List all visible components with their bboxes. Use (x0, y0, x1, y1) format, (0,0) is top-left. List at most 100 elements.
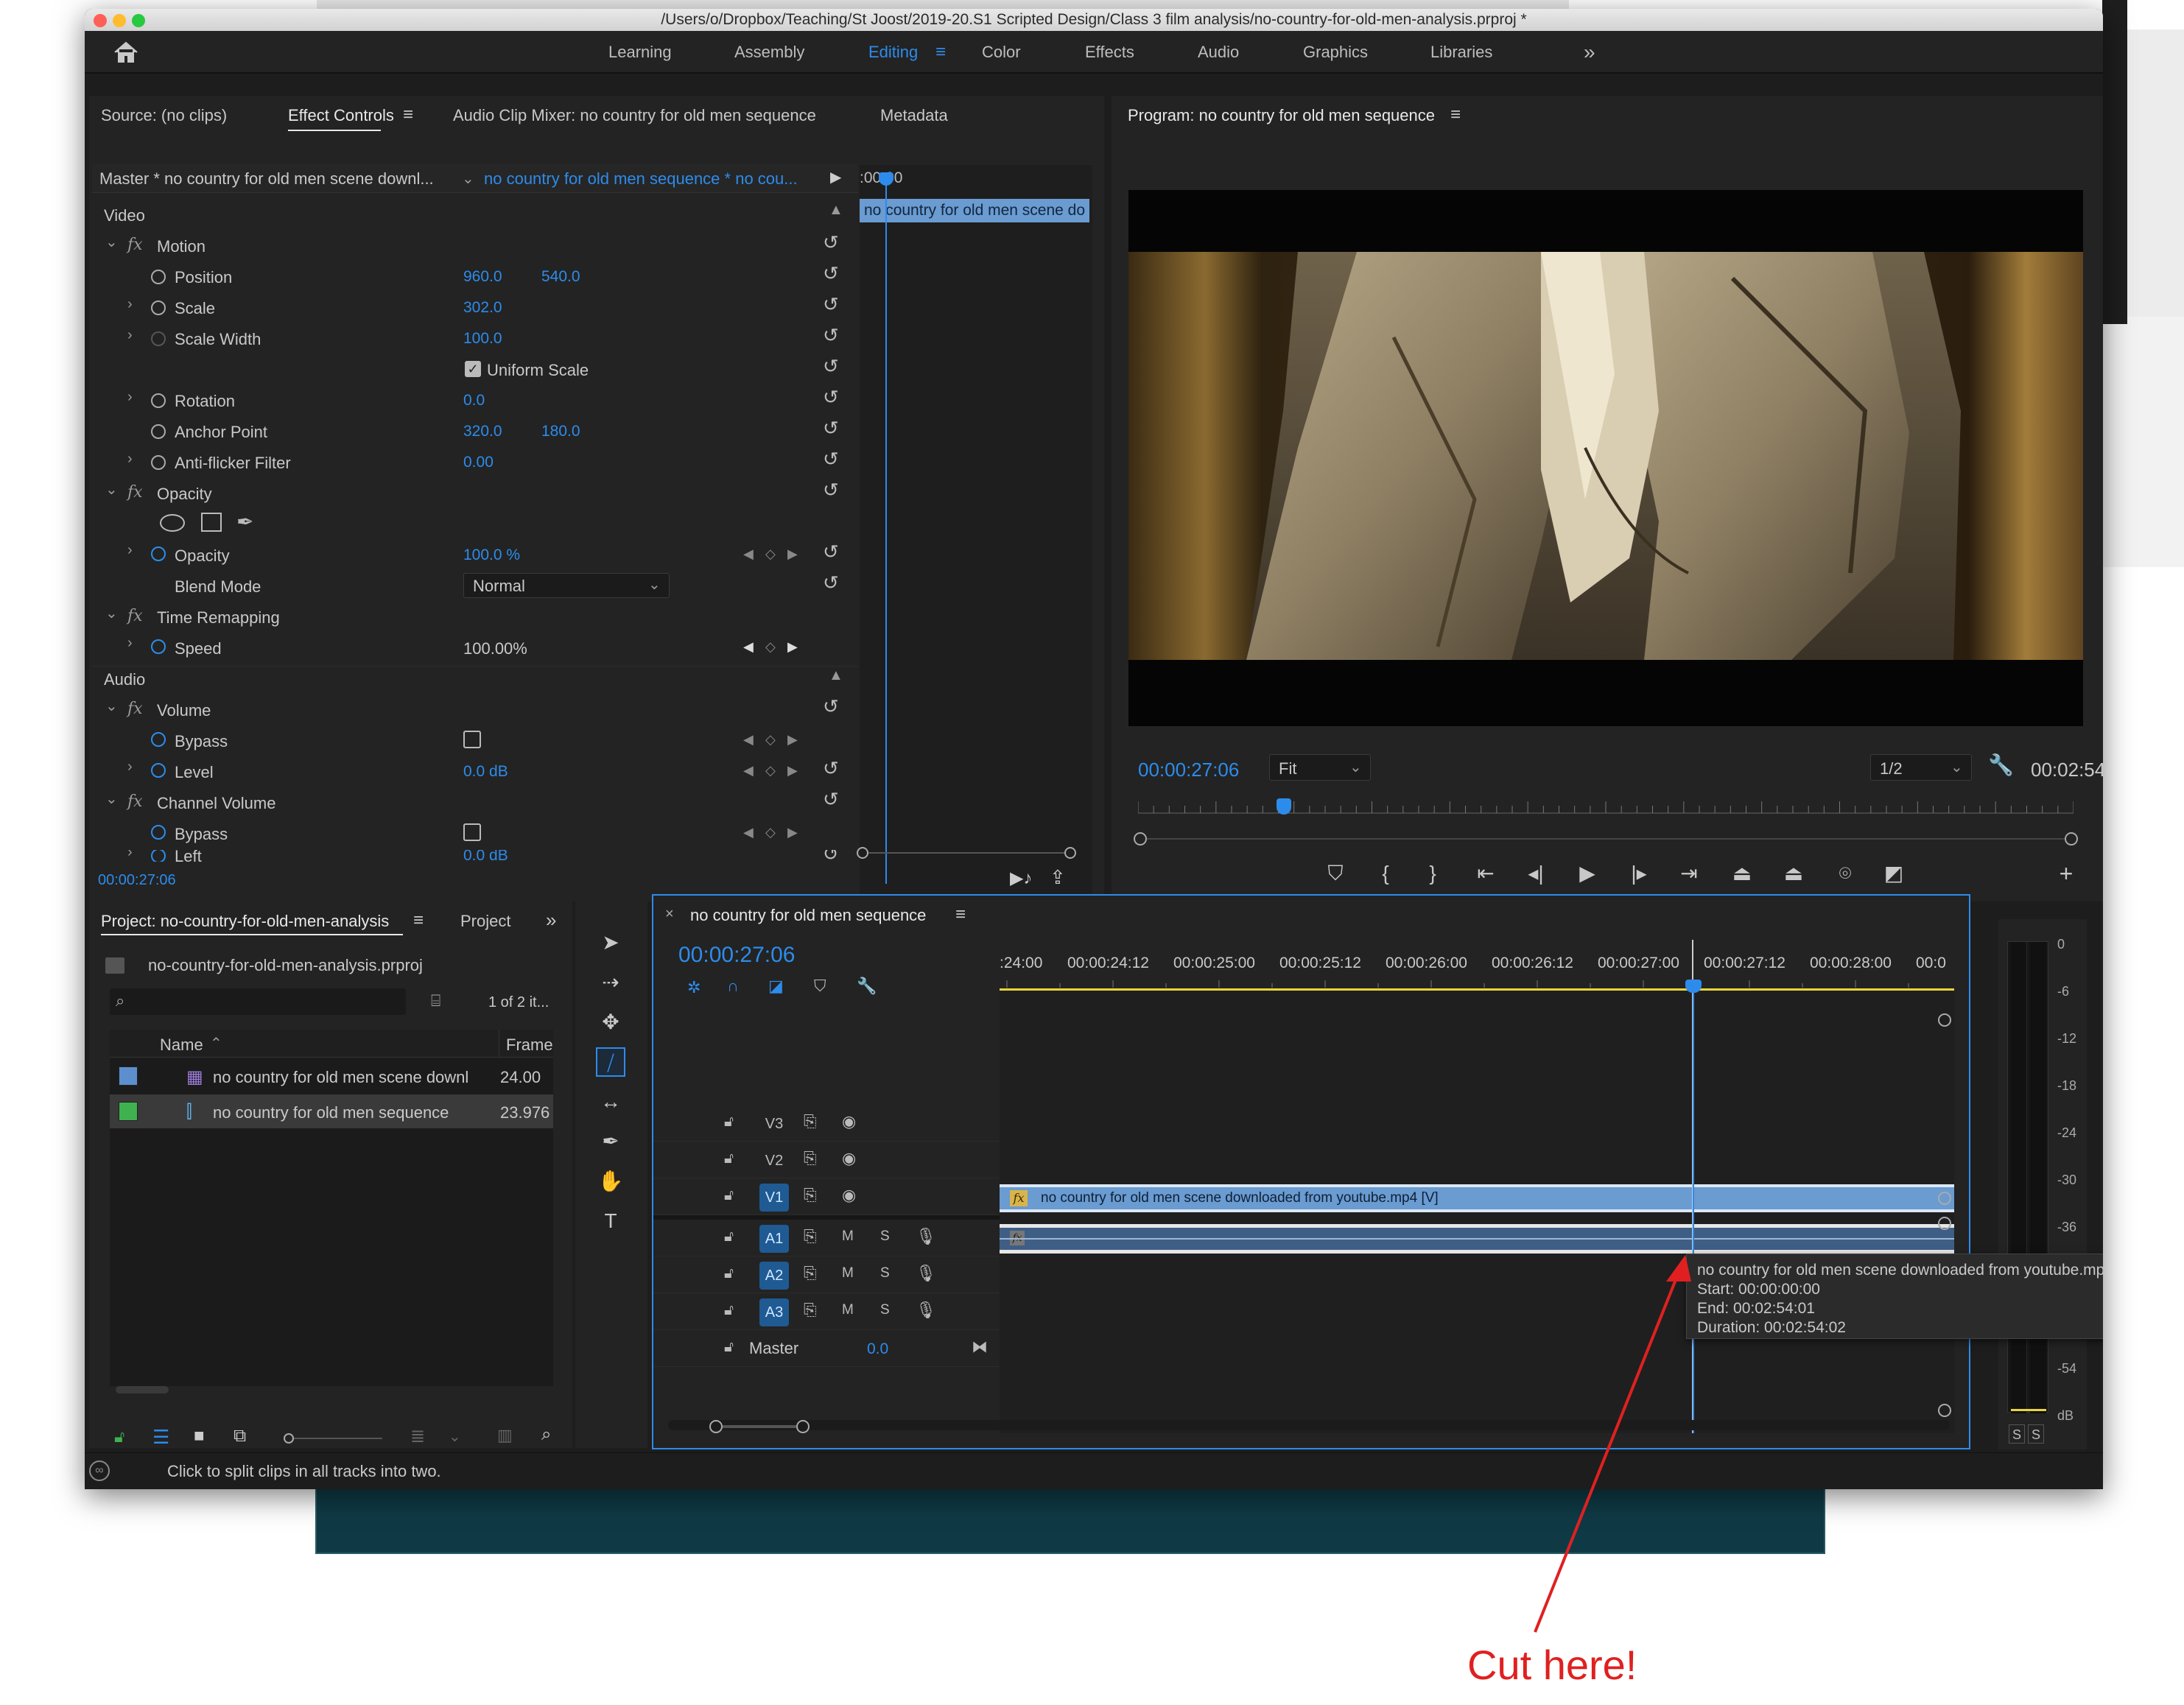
scroll-end-handle[interactable] (2065, 832, 2078, 846)
type-tool-icon[interactable]: T (596, 1206, 625, 1236)
solo-button[interactable]: S (880, 1302, 890, 1318)
list-view-icon[interactable]: ☰ (152, 1426, 169, 1449)
add-marker-icon[interactable]: ⛉ (1321, 859, 1350, 888)
timeline-settings-icon[interactable]: 🔧 (857, 977, 877, 996)
solo-left-button[interactable]: S (2009, 1424, 2025, 1444)
vertical-scroll-handle[interactable] (1938, 1192, 1951, 1205)
expand-left-icon[interactable]: › (127, 850, 133, 861)
close-button[interactable] (94, 14, 107, 27)
bypass2-checkbox[interactable] (463, 823, 481, 841)
program-scrubber[interactable] (1137, 798, 2074, 828)
reset-icon[interactable]: ↺ (823, 695, 839, 718)
tab-effects[interactable]: Effects (1085, 31, 1134, 74)
effect-clip-bar[interactable]: no country for old men scene do (860, 199, 1089, 222)
ellipse-mask-icon[interactable] (160, 514, 185, 532)
razor-tool-icon[interactable]: ⧸ (596, 1047, 625, 1077)
stopwatch-icon[interactable] (151, 825, 166, 840)
expand-volume-icon[interactable]: ⌄ (105, 697, 118, 715)
reset-icon[interactable]: ↺ (823, 448, 839, 471)
add-keyframe-icon[interactable]: ◇ (765, 732, 776, 748)
play-icon[interactable]: ▶ (1573, 859, 1602, 888)
lock-icon[interactable]: 🔓︎ (724, 1339, 734, 1356)
search-input[interactable]: ⌕ (110, 988, 406, 1015)
reset-icon[interactable]: ↺ (823, 355, 839, 378)
icon-view-icon[interactable]: ■ (194, 1426, 205, 1446)
panel-menu-icon[interactable]: ≡ (955, 904, 966, 925)
vertical-scroll-handle[interactable] (1938, 1013, 1951, 1027)
tab-color[interactable]: Color (982, 31, 1021, 74)
prev-keyframe-icon[interactable]: ◀ (743, 732, 754, 748)
play-audio-icon[interactable]: ▶ (830, 168, 841, 186)
solo-button[interactable]: S (880, 1265, 890, 1282)
sync-lock-icon[interactable]: ⎘ (804, 1227, 817, 1246)
tab-audio-clip-mixer[interactable]: Audio Clip Mixer: no country for old men… (453, 106, 816, 125)
reset-icon[interactable]: ↺ (823, 386, 839, 409)
master-clip-label[interactable]: Master * no country for old men scene do… (99, 169, 434, 189)
collapse-up-icon[interactable]: ▲ (829, 667, 843, 684)
mute-button[interactable]: M (842, 1302, 854, 1318)
reset-icon[interactable]: ↺ (823, 788, 839, 811)
creative-cloud-icon[interactable]: ∞ (89, 1460, 110, 1481)
lock-icon[interactable]: 🔓︎ (724, 1302, 734, 1319)
eye-icon[interactable]: ◉ (842, 1186, 856, 1205)
effect-playhead[interactable] (885, 175, 887, 884)
add-keyframe-icon[interactable]: ◇ (765, 763, 776, 778)
microphone-icon[interactable]: 🎙︎ (916, 1264, 936, 1283)
reset-icon[interactable]: ↺ (823, 417, 839, 440)
panel-menu-icon[interactable]: ≡ (413, 910, 424, 931)
expand-level-icon[interactable]: › (127, 759, 133, 776)
master-value[interactable]: 0.0 (867, 1340, 888, 1358)
horizontal-scrollbar[interactable] (116, 1386, 169, 1393)
lock-icon[interactable]: 🔓︎ (724, 1228, 734, 1245)
tab-learning[interactable]: Learning (608, 31, 672, 74)
export-icon[interactable]: ⇪ (1050, 866, 1066, 889)
effect-controls-timecode[interactable]: 00:00:27:06 (98, 872, 176, 889)
expand-rotation-icon[interactable]: › (127, 389, 133, 406)
tab-project-2[interactable]: Project (460, 912, 510, 931)
close-tab-icon[interactable]: × (665, 906, 674, 923)
label-color-swatch[interactable] (119, 1102, 138, 1121)
eye-icon[interactable]: ◉ (842, 1149, 856, 1168)
expand-opacity-icon[interactable]: ⌄ (105, 480, 118, 499)
chevron-down-icon[interactable]: ⌄ (449, 1427, 461, 1446)
expand-speed-icon[interactable]: › (127, 635, 133, 652)
microphone-icon[interactable]: 🎙︎ (916, 1301, 936, 1320)
label-color-swatch[interactable] (119, 1066, 138, 1086)
prev-keyframe-icon[interactable]: ◀ (743, 763, 754, 778)
prev-keyframe-icon[interactable]: ◀ (743, 639, 754, 655)
fx-icon[interactable]: fx (127, 700, 143, 718)
sort-up-icon[interactable]: ⌃ (210, 1034, 222, 1052)
zoom-in-handle[interactable] (857, 847, 868, 859)
tab-editing[interactable]: Editing (868, 31, 918, 74)
expand-antiflicker-icon[interactable]: › (127, 451, 133, 468)
go-to-in-icon[interactable]: ⇤ (1471, 859, 1500, 888)
solo-button[interactable]: S (880, 1228, 890, 1245)
anchor-x-value[interactable]: 320.0 (463, 423, 502, 440)
scroll-end-handle[interactable] (796, 1420, 810, 1433)
reset-icon[interactable]: ↺ (823, 293, 839, 316)
timeline-playhead-handle[interactable] (1685, 980, 1702, 993)
stopwatch-icon[interactable] (151, 455, 166, 470)
zoom-scrollbar[interactable] (868, 852, 1064, 854)
track-select-tool-icon[interactable]: ⇢ (596, 968, 625, 997)
reset-icon[interactable]: ↺ (823, 324, 839, 347)
fx-icon[interactable]: fx (127, 236, 143, 254)
lock-icon[interactable]: 🔓︎ (114, 1427, 124, 1446)
time-ruler[interactable]: :24:00 00:00:24:12 00:00:25:00 00:00:25:… (1000, 955, 1954, 977)
editing-menu-icon[interactable]: ≡ (935, 31, 946, 74)
panel-menu-icon[interactable]: ≡ (403, 105, 413, 125)
next-keyframe-icon[interactable]: ▶ (787, 639, 798, 655)
uniform-scale-checkbox[interactable]: ✓ (465, 361, 481, 377)
list-item[interactable]: ⫿ no country for old men sequence 23.976 (110, 1094, 553, 1128)
track-target-a3[interactable]: A3 (759, 1298, 789, 1326)
resolution-dropdown[interactable]: 1/2 ⌄ (1870, 754, 1972, 781)
fx-icon[interactable]: fx (127, 483, 143, 502)
lock-icon[interactable]: 🔓︎ (724, 1114, 734, 1131)
fx-icon[interactable]: fx (127, 792, 143, 811)
blend-mode-dropdown[interactable]: Normal ⌄ (463, 573, 670, 598)
reset-icon[interactable]: ↺ (823, 572, 839, 594)
slip-tool-icon[interactable]: ↔ (596, 1087, 625, 1117)
level-value[interactable]: 0.0 dB (463, 763, 508, 781)
add-button-icon[interactable]: + (2051, 859, 2081, 888)
fit-dropdown[interactable]: Fit ⌄ (1269, 754, 1371, 781)
